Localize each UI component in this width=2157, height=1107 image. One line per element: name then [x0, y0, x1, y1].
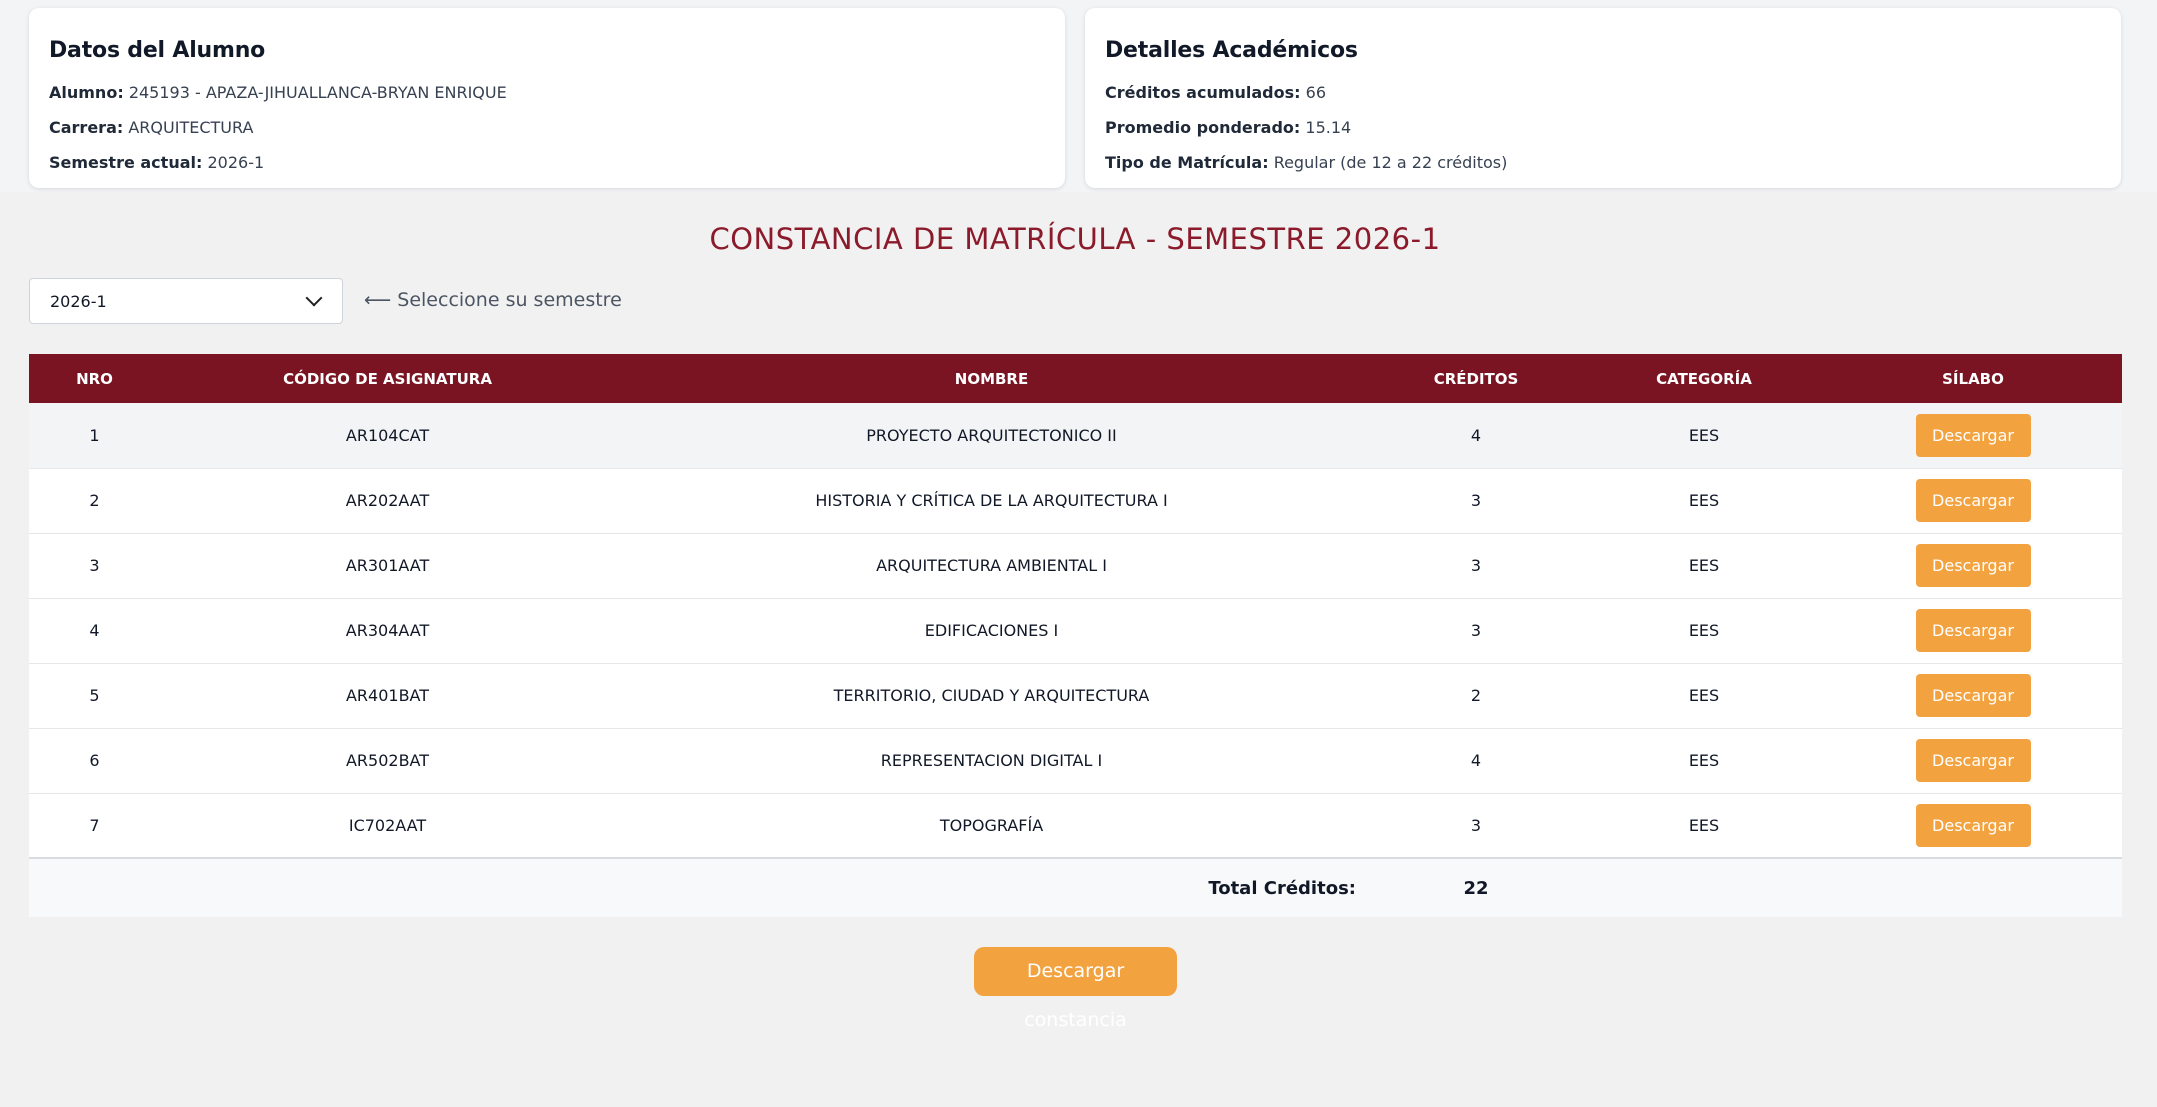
- cell-creditos: 2: [1470, 686, 1482, 705]
- enrollment-table: NRO CÓDIGO DE ASIGNATURA NOMBRE CRÉDITOS…: [29, 354, 2122, 917]
- academic-details-card: Detalles Académicos Créditos acumulados:…: [1085, 8, 2121, 188]
- table-row: 6 AR502BAT REPRESENTACION DIGITAL I 4 EE…: [29, 728, 2122, 793]
- cell-codigo: AR202AAT: [345, 491, 430, 510]
- promedio-label: Promedio ponderado:: [1105, 118, 1301, 137]
- student-data-card: Datos del Alumno Alumno: 245193 - APAZA-…: [29, 8, 1065, 188]
- table-row: 3 AR301AAT ARQUITECTURA AMBIENTAL I 3 EE…: [29, 533, 2122, 598]
- cell-nombre: TERRITORIO, CIUDAD Y ARQUITECTURA: [833, 686, 1150, 705]
- cell-creditos: 3: [1470, 556, 1482, 575]
- carrera-value: ARQUITECTURA: [128, 118, 254, 137]
- cell-nombre: REPRESENTACION DIGITAL I: [880, 751, 1103, 770]
- tipo-value: Regular (de 12 a 22 créditos): [1273, 153, 1508, 172]
- cell-silabo: Descargar: [1824, 793, 2122, 858]
- cell-silabo: Descargar: [1824, 468, 2122, 533]
- header-nombre: NOMBRE: [954, 369, 1029, 388]
- cell-nro: 4: [89, 621, 100, 640]
- header-codigo: CÓDIGO DE ASIGNATURA: [283, 369, 492, 388]
- download-syllabus-button[interactable]: Descargar: [1915, 739, 2031, 782]
- download-syllabus-button[interactable]: Descargar: [1915, 544, 2031, 587]
- cell-categoria: EES: [1688, 556, 1720, 575]
- total-empty-cell: [1584, 858, 1824, 917]
- download-syllabus-button[interactable]: Descargar: [1915, 674, 2031, 717]
- cell-silabo: Descargar: [1824, 533, 2122, 598]
- cell-categoria: EES: [1688, 686, 1720, 705]
- cell-silabo: Descargar: [1824, 403, 2122, 468]
- cell-nombre: PROYECTO ARQUITECTONICO II: [866, 425, 1117, 445]
- table-row: 7 IC702AAT TOPOGRAFÍA 3 EES Descargar: [29, 793, 2122, 858]
- semestre-value: 2026-1: [207, 153, 265, 172]
- header-nro: NRO: [76, 369, 113, 388]
- cell-codigo: AR401BAT: [345, 686, 430, 705]
- download-certificate-button[interactable]: Descargar constancia: [974, 947, 1177, 1031]
- cell-nombre: TOPOGRAFÍA: [939, 815, 1044, 835]
- cell-categoria: EES: [1688, 491, 1720, 510]
- cell-creditos: 3: [1470, 491, 1482, 510]
- alumno-value: 245193 - APAZA-JIHUALLANCA-BRYAN ENRIQUE: [128, 83, 507, 102]
- chevron-down-icon: [305, 289, 323, 307]
- creditos-label: Créditos acumulados:: [1105, 83, 1301, 102]
- total-credits-value: 22: [1463, 877, 1489, 899]
- cell-nombre: EDIFICACIONES I: [924, 621, 1059, 640]
- creditos-value: 66: [1305, 83, 1326, 102]
- carrera-label: Carrera:: [49, 118, 124, 137]
- semestre-label: Semestre actual:: [49, 153, 203, 172]
- cell-categoria: EES: [1688, 815, 1720, 835]
- cell-nro: 2: [89, 491, 100, 510]
- table-row: 2 AR202AAT HISTORIA Y CRÍTICA DE LA ARQU…: [29, 468, 2122, 533]
- semestre-line: Semestre actual: 2026-1: [49, 153, 1045, 188]
- cell-creditos: 4: [1470, 425, 1482, 445]
- cell-creditos: 3: [1470, 815, 1482, 835]
- table-row: 4 AR304AAT EDIFICACIONES I 3 EES Descarg…: [29, 598, 2122, 663]
- header-silabo: SÍLABO: [1942, 369, 2004, 388]
- promedio-line: Promedio ponderado: 15.14: [1105, 118, 2101, 153]
- cell-nro: 5: [89, 686, 100, 705]
- cell-creditos: 4: [1470, 751, 1482, 770]
- header-creditos: CRÉDITOS: [1433, 369, 1519, 388]
- student-card-title: Datos del Alumno: [49, 38, 266, 63]
- cell-creditos: 3: [1470, 621, 1482, 640]
- cell-codigo: IC702AAT: [348, 815, 427, 835]
- cell-nombre: ARQUITECTURA AMBIENTAL I: [876, 556, 1107, 575]
- academic-card-title: Detalles Académicos: [1105, 38, 1358, 63]
- total-credits-label: Total Créditos:: [1208, 877, 1356, 899]
- page-title: CONSTANCIA DE MATRÍCULA - SEMESTRE 2026-…: [709, 222, 1441, 256]
- cell-codigo: AR502BAT: [345, 751, 430, 770]
- cell-codigo: AR104CAT: [345, 425, 430, 445]
- cell-categoria: EES: [1688, 751, 1720, 770]
- table-header-row: NRO CÓDIGO DE ASIGNATURA NOMBRE CRÉDITOS…: [29, 354, 2122, 403]
- cell-codigo: AR304AAT: [345, 621, 430, 640]
- cell-categoria: EES: [1688, 621, 1720, 640]
- table-row: 1 AR104CAT PROYECTO ARQUITECTONICO II 4 …: [29, 403, 2122, 468]
- tipo-line: Tipo de Matrícula: Regular (de 12 a 22 c…: [1105, 153, 2101, 188]
- promedio-value: 15.14: [1305, 118, 1352, 137]
- cell-nombre: HISTORIA Y CRÍTICA DE LA ARQUITECTURA I: [815, 491, 1168, 510]
- cell-silabo: Descargar: [1824, 598, 2122, 663]
- cell-silabo: Descargar: [1824, 728, 2122, 793]
- creditos-line: Créditos acumulados: 66: [1105, 83, 2101, 118]
- download-syllabus-button[interactable]: Descargar: [1915, 413, 2031, 457]
- total-row: Total Créditos: 22: [29, 858, 2122, 917]
- download-syllabus-button[interactable]: Descargar: [1915, 479, 2031, 522]
- download-syllabus-button[interactable]: Descargar: [1915, 803, 2031, 847]
- semester-select-hint: ⟵ Seleccione su semestre: [364, 289, 622, 311]
- cell-nro: 1: [89, 425, 100, 445]
- table-row: 5 AR401BAT TERRITORIO, CIUDAD Y ARQUITEC…: [29, 663, 2122, 728]
- total-empty-cell: [1824, 858, 2122, 917]
- download-syllabus-button[interactable]: Descargar: [1915, 609, 2031, 652]
- tipo-label: Tipo de Matrícula:: [1105, 153, 1269, 172]
- cell-nro: 6: [89, 751, 100, 770]
- cell-codigo: AR301AAT: [345, 556, 430, 575]
- semester-select[interactable]: 2026-1: [29, 278, 343, 324]
- header-categoria: CATEGORÍA: [1656, 369, 1752, 388]
- cell-nro: 3: [89, 556, 100, 575]
- semester-select-value: 2026-1: [50, 291, 107, 311]
- alumno-line: Alumno: 245193 - APAZA-JIHUALLANCA-BRYAN…: [49, 83, 1045, 118]
- alumno-label: Alumno:: [49, 83, 124, 102]
- cell-categoria: EES: [1688, 425, 1720, 445]
- cell-silabo: Descargar: [1824, 663, 2122, 728]
- cell-nro: 7: [89, 815, 100, 835]
- carrera-line: Carrera: ARQUITECTURA: [49, 118, 1045, 153]
